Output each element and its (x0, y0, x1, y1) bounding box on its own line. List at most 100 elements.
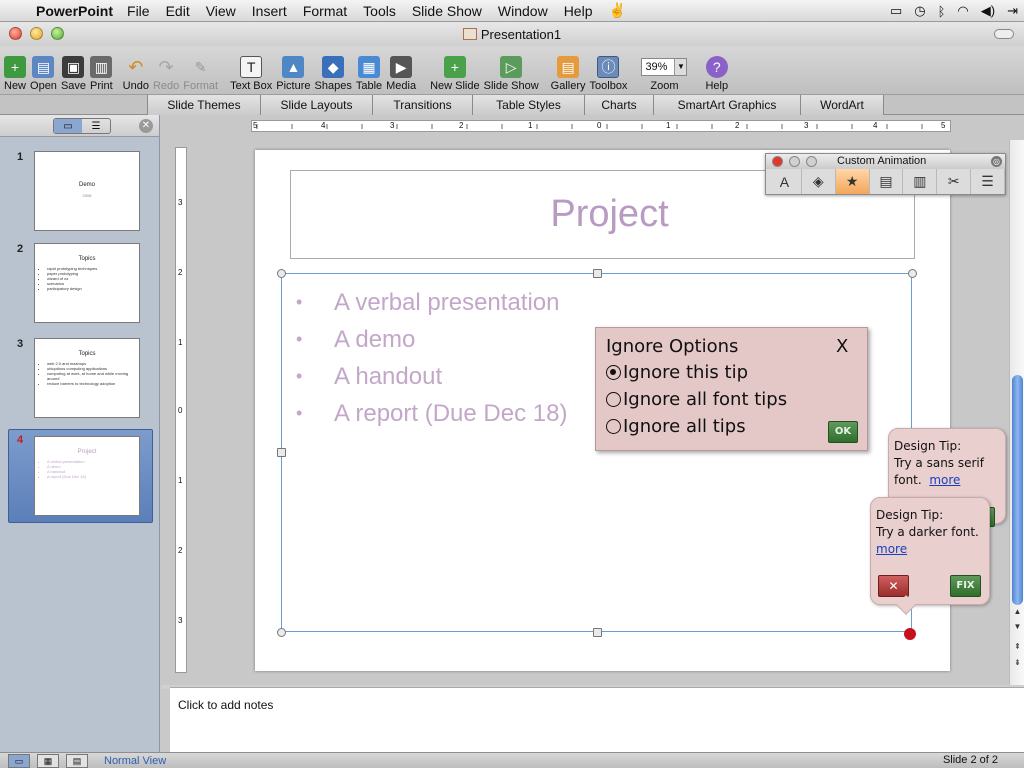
menu-view[interactable]: View (206, 3, 236, 19)
dismiss-tip-button[interactable]: ✕ (878, 575, 909, 597)
fix-button[interactable]: FIX (950, 575, 981, 597)
ignore-this-tip-option[interactable]: Ignore this tip (606, 362, 748, 383)
slide-thumbnail-2[interactable]: 2 Topics rapid prototyping techniques pa… (0, 243, 160, 333)
notes-page-view-button[interactable]: ▤ (66, 754, 88, 768)
normal-view-button[interactable]: ▭ (8, 754, 30, 768)
slide-thumbnail-4[interactable]: 4 Project A verbal presentation A demo A… (8, 429, 153, 523)
resize-handle-bottom[interactable] (593, 628, 602, 637)
battery-icon[interactable]: ▭ (890, 3, 902, 19)
new-slide-button[interactable]: + New Slide (430, 56, 480, 94)
scrapbook-icon[interactable]: ▤ (870, 169, 904, 194)
resize-handle-top-left[interactable] (277, 269, 286, 278)
wifi-icon[interactable]: ◠ (957, 3, 968, 19)
resize-handle-top-right[interactable] (908, 269, 917, 278)
script-menu-icon[interactable]: ✌ (608, 2, 625, 19)
next-slide-arrow[interactable]: ⇟ (1010, 656, 1024, 670)
radio-unselected[interactable] (606, 392, 621, 407)
vertical-scrollbar[interactable]: ▲ ▼ ⇞ ⇟ (1009, 140, 1024, 685)
gallery-button[interactable]: ▤ Gallery (551, 56, 586, 94)
palette-options-icon[interactable]: ◎ (991, 156, 1002, 167)
tab-table-styles[interactable]: Table Styles (472, 95, 585, 115)
app-menu[interactable]: PowerPoint (36, 3, 113, 19)
picture-button[interactable]: ▲ Picture (276, 56, 311, 94)
toolbox-button[interactable]: ⓘ Toolbox (590, 56, 627, 94)
minimize-window-button[interactable] (30, 27, 43, 40)
menu-file[interactable]: File (127, 3, 150, 19)
notes-pane[interactable]: Click to add notes (170, 687, 1024, 752)
time-machine-icon[interactable]: ◷ (914, 3, 925, 19)
project-palette-icon[interactable]: ☰ (971, 169, 1006, 194)
compatibility-report-icon[interactable]: ✂ (937, 169, 972, 194)
undo-button[interactable]: ↶ Undo (123, 56, 149, 94)
close-palette-button[interactable] (772, 156, 783, 167)
redo-button[interactable]: ↷ Redo (153, 56, 179, 94)
media-button[interactable]: ▶ Media (386, 56, 416, 94)
text-box-button[interactable]: T Text Box (230, 56, 272, 94)
tab-charts[interactable]: Charts (584, 95, 654, 115)
minimize-palette-button[interactable] (789, 156, 800, 167)
bullet-item[interactable]: • A demo (294, 321, 567, 358)
toolbar-toggle-button[interactable] (994, 29, 1014, 39)
scroll-up-arrow[interactable]: ▲ (1010, 605, 1024, 619)
menu-window[interactable]: Window (498, 3, 548, 19)
open-button[interactable]: ▤ Open (30, 56, 57, 94)
notes-placeholder[interactable]: Click to add notes (178, 698, 273, 712)
zoom-window-button[interactable] (51, 27, 64, 40)
object-palette-icon[interactable]: ◈ (802, 169, 836, 194)
bluetooth-icon[interactable]: ᛒ (938, 4, 946, 19)
bullet-item[interactable]: • A report (Due Dec 18) (294, 395, 567, 432)
more-link[interactable]: more (929, 473, 960, 487)
new-button[interactable]: + New (4, 56, 26, 94)
close-window-button[interactable] (9, 27, 22, 40)
slide-sorter-view-button[interactable]: ▦ (37, 754, 59, 768)
bullet-item[interactable]: • A verbal presentation (294, 284, 567, 321)
menu-edit[interactable]: Edit (166, 3, 190, 19)
design-tip-indicator-icon[interactable] (904, 628, 916, 640)
horizontal-ruler[interactable]: 5 4 3 2 1 0 1 2 3 4 5 (251, 120, 951, 132)
scroll-down-arrow[interactable]: ▼ (1010, 620, 1024, 634)
zoom-select[interactable]: 39% ▼ (641, 58, 688, 76)
outline-view-icon[interactable]: ☰ (82, 119, 110, 133)
ok-button[interactable]: OK (828, 421, 858, 443)
scrollbar-thumb[interactable] (1012, 375, 1023, 605)
menu-format[interactable]: Format (303, 3, 347, 19)
ignore-all-tips-option[interactable]: Ignore all tips (606, 416, 746, 437)
help-button[interactable]: ? Help (705, 56, 728, 94)
reference-tools-icon[interactable]: ▥ (903, 169, 938, 194)
ignore-font-tips-option[interactable]: Ignore all font tips (606, 389, 787, 410)
more-link[interactable]: more (876, 542, 907, 556)
tab-smartart-graphics[interactable]: SmartArt Graphics (653, 95, 801, 115)
tab-slide-themes[interactable]: Slide Themes (147, 95, 261, 115)
bullet-item[interactable]: • A handout (294, 358, 567, 395)
table-button[interactable]: ▦ Table (356, 56, 382, 94)
tab-transitions[interactable]: Transitions (372, 95, 473, 115)
resize-handle-left[interactable] (277, 448, 286, 457)
formatting-palette-icon[interactable]: A (768, 169, 802, 194)
slide-show-button[interactable]: ▷ Slide Show (484, 56, 539, 94)
close-popup-button[interactable]: X (836, 336, 848, 357)
shapes-button[interactable]: ◆ Shapes (315, 56, 352, 94)
previous-slide-arrow[interactable]: ⇞ (1010, 640, 1024, 654)
save-button[interactable]: ▣ Save (61, 56, 86, 94)
tab-slide-layouts[interactable]: Slide Layouts (260, 95, 373, 115)
menu-slide-show[interactable]: Slide Show (412, 3, 482, 19)
input-menu-icon[interactable]: ⇥ (1007, 3, 1018, 19)
zoom-control[interactable]: 39% ▼ Zoom (641, 58, 688, 94)
close-pane-icon[interactable]: ✕ (139, 119, 153, 133)
slide-title[interactable]: Project (536, 193, 668, 236)
radio-selected[interactable] (606, 365, 621, 380)
slide-thumbnail-1[interactable]: 1 Demo 2008 (0, 151, 160, 241)
print-button[interactable]: ▥ Print (90, 56, 113, 94)
resize-handle-top[interactable] (593, 269, 602, 278)
tab-wordart[interactable]: WordArt (800, 95, 884, 115)
chevron-down-icon[interactable]: ▼ (674, 59, 687, 75)
palette-titlebar[interactable]: Custom Animation ◎ (766, 154, 1005, 169)
slides-view-icon[interactable]: ▭ (54, 119, 82, 133)
menu-help[interactable]: Help (564, 3, 593, 19)
menu-insert[interactable]: Insert (252, 3, 287, 19)
format-painter-button[interactable]: ✎ Format (183, 56, 218, 94)
zoom-palette-button[interactable] (806, 156, 817, 167)
custom-animation-icon[interactable]: ★ (835, 169, 870, 194)
vertical-ruler[interactable]: 3 2 1 0 1 2 3 (175, 147, 187, 673)
slide-thumbnail-3[interactable]: 3 Topics web 2.0 and mashups ubiquitous … (0, 338, 160, 428)
